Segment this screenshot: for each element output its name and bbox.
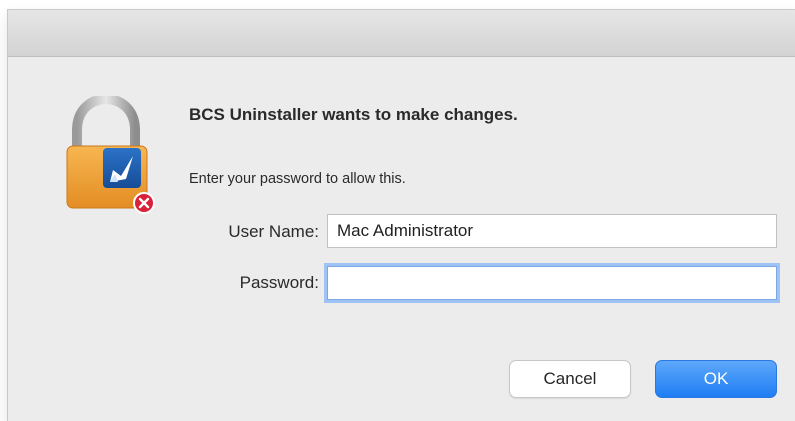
dialog-title-bar[interactable] — [8, 10, 795, 57]
cancel-button[interactable]: Cancel — [509, 360, 631, 398]
authentication-dialog: BCS Uninstaller wants to make changes. E… — [8, 10, 795, 421]
dialog-heading: BCS Uninstaller wants to make changes. — [189, 105, 518, 124]
padlock-icon — [63, 93, 163, 216]
user-name-field[interactable] — [327, 214, 777, 248]
dialog-instructions: Enter your password to allow this. — [189, 171, 406, 187]
user-name-label: User Name: — [228, 222, 319, 241]
app-icon — [103, 148, 141, 188]
ok-button[interactable]: OK — [655, 360, 777, 398]
password-field[interactable] — [327, 266, 777, 300]
password-label: Password: — [239, 273, 319, 292]
screen: BCS Uninstaller wants to make changes. E… — [0, 0, 795, 421]
